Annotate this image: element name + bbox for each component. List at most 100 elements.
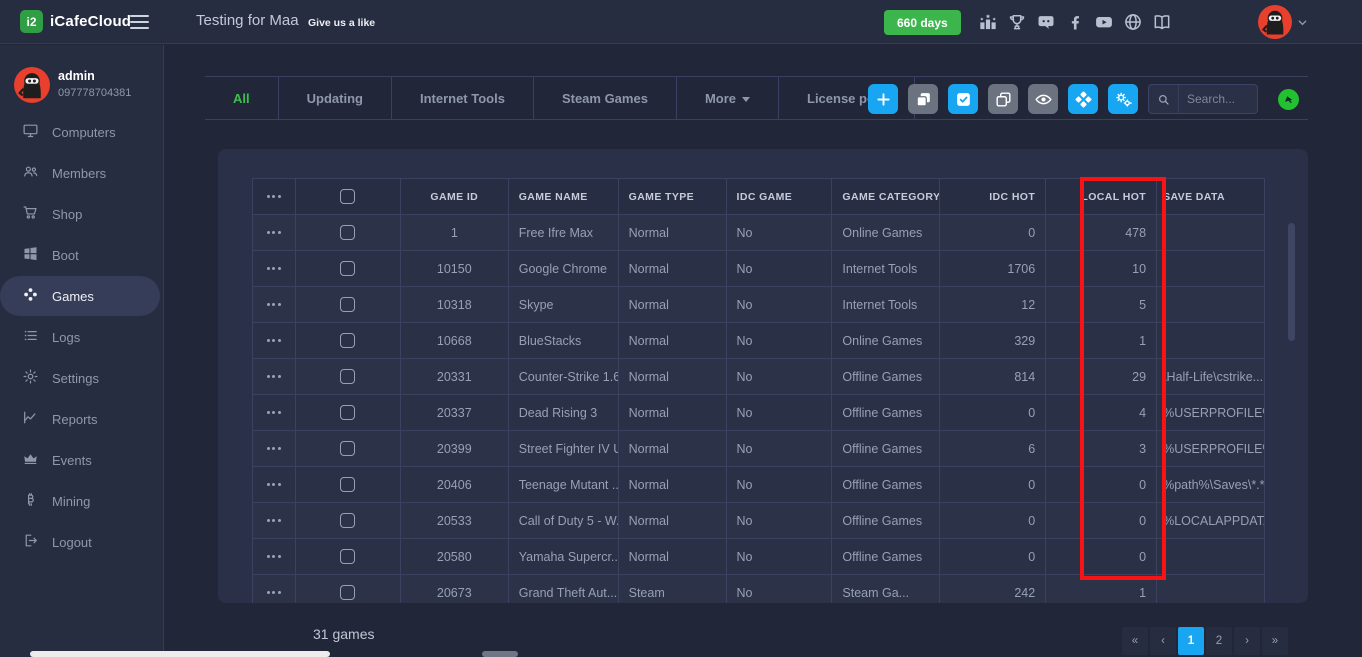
- trophy-icon[interactable]: [1007, 12, 1027, 32]
- chevron-down-icon[interactable]: [1296, 16, 1309, 29]
- row-actions-button[interactable]: [267, 591, 281, 594]
- column-header[interactable]: LOCAL HOT: [1046, 179, 1157, 215]
- row-actions-button[interactable]: [267, 303, 281, 306]
- table-row[interactable]: 1Free Ifre MaxNormalNoOnline Games0478: [253, 215, 1265, 251]
- search-icon[interactable]: [1149, 85, 1179, 113]
- cell-idc-hot: 329: [940, 323, 1046, 359]
- row-checkbox[interactable]: [340, 441, 355, 456]
- add-button[interactable]: [868, 84, 898, 114]
- table-row[interactable]: 10150Google ChromeNormalNoInternet Tools…: [253, 251, 1265, 287]
- sidebar-item-shop[interactable]: Shop: [0, 194, 163, 234]
- cell-game-name: Dead Rising 3: [509, 395, 619, 431]
- ranking-icon[interactable]: [978, 12, 998, 32]
- youtube-icon[interactable]: [1094, 12, 1114, 32]
- brand-logo[interactable]: i2 iCafeCloud: [20, 10, 131, 33]
- hamburger-menu-icon[interactable]: [130, 15, 149, 33]
- row-checkbox[interactable]: [340, 477, 355, 492]
- tab-all[interactable]: All: [205, 77, 279, 119]
- cell-game-category: Internet Tools: [832, 251, 940, 287]
- cell-local-hot: 10: [1046, 251, 1157, 287]
- column-header[interactable]: SAVE DATA: [1157, 179, 1265, 215]
- sidebar-item-computers[interactable]: Computers: [0, 112, 163, 152]
- column-header[interactable]: IDC GAME: [727, 179, 833, 215]
- sidebar-item-mining[interactable]: Mining: [0, 481, 163, 521]
- sidebar-item-logs[interactable]: Logs: [0, 317, 163, 357]
- gears-button[interactable]: [1108, 84, 1138, 114]
- row-checkbox[interactable]: [340, 261, 355, 276]
- page-button-‹[interactable]: ‹: [1150, 627, 1176, 655]
- globe-icon[interactable]: [1123, 12, 1143, 32]
- table-row[interactable]: 20533Call of Duty 5 - W...NormalNoOfflin…: [253, 503, 1265, 539]
- sidebar-item-logout[interactable]: Logout: [0, 522, 163, 562]
- column-header[interactable]: GAME TYPE: [619, 179, 727, 215]
- page-button-2[interactable]: 2: [1206, 627, 1232, 655]
- page-button-«[interactable]: «: [1122, 627, 1148, 655]
- row-checkbox[interactable]: [340, 297, 355, 312]
- column-header[interactable]: GAME ID: [401, 179, 509, 215]
- eye-button[interactable]: [1028, 84, 1058, 114]
- row-checkbox[interactable]: [340, 333, 355, 348]
- ellipsis-icon[interactable]: [267, 195, 281, 198]
- row-actions-button[interactable]: [267, 231, 281, 234]
- horizontal-scrollbar-thumb[interactable]: [30, 651, 330, 657]
- sidebar-item-label: Computers: [52, 125, 116, 140]
- discord-icon[interactable]: [1036, 12, 1056, 32]
- row-checkbox[interactable]: [340, 585, 355, 600]
- row-actions-button[interactable]: [267, 411, 281, 414]
- table-row[interactable]: 20337Dead Rising 3NormalNoOffline Games0…: [253, 395, 1265, 431]
- row-checkbox[interactable]: [340, 369, 355, 384]
- sidebar-item-label: Events: [52, 453, 92, 468]
- give-us-a-like-link[interactable]: Give us a like: [308, 17, 375, 29]
- row-checkbox[interactable]: [340, 549, 355, 564]
- cell-save-data: [1157, 539, 1265, 575]
- select-all-checkbox[interactable]: [340, 189, 355, 204]
- tab-internet-tools[interactable]: Internet Tools: [392, 77, 534, 119]
- sidebar-item-members[interactable]: Members: [0, 153, 163, 193]
- days-remaining-button[interactable]: 660 days: [884, 10, 961, 35]
- check-list-button[interactable]: [948, 84, 978, 114]
- row-checkbox[interactable]: [340, 225, 355, 240]
- tab-updating[interactable]: Updating: [279, 77, 392, 119]
- book-icon[interactable]: [1152, 12, 1172, 32]
- table-row[interactable]: 20673Grand Theft Aut...SteamNoSteam Ga..…: [253, 575, 1265, 603]
- globe-go-icon[interactable]: [1278, 89, 1299, 110]
- cell-idc-game: No: [727, 359, 833, 395]
- sidebar-item-events[interactable]: Events: [0, 440, 163, 480]
- sidebar-item-reports[interactable]: Reports: [0, 399, 163, 439]
- row-actions-button[interactable]: [267, 483, 281, 486]
- tab-more[interactable]: More: [677, 77, 779, 119]
- row-actions-button[interactable]: [267, 555, 281, 558]
- diamonds-button[interactable]: [1068, 84, 1098, 114]
- table-row[interactable]: 20406Teenage Mutant ...NormalNoOffline G…: [253, 467, 1265, 503]
- row-actions-button[interactable]: [267, 519, 281, 522]
- table-row[interactable]: 20331Counter-Strike 1.6NormalNoOffline G…: [253, 359, 1265, 395]
- table-row[interactable]: 20580Yamaha Supercr...NormalNoOffline Ga…: [253, 539, 1265, 575]
- table-row[interactable]: 10668BlueStacksNormalNoOnline Games3291: [253, 323, 1265, 359]
- vertical-scrollbar[interactable]: [1288, 223, 1295, 341]
- table-row[interactable]: 20399Street Fighter IV U...NormalNoOffli…: [253, 431, 1265, 467]
- user-avatar[interactable]: [1258, 5, 1292, 39]
- row-actions-button[interactable]: [267, 375, 281, 378]
- table-row[interactable]: 10318SkypeNormalNoInternet Tools125: [253, 287, 1265, 323]
- row-actions-button[interactable]: [267, 447, 281, 450]
- stack-button[interactable]: [908, 84, 938, 114]
- tab-steam-games[interactable]: Steam Games: [534, 77, 677, 119]
- page-button-›[interactable]: ›: [1234, 627, 1260, 655]
- sidebar-item-settings[interactable]: Settings: [0, 358, 163, 398]
- page-button-1[interactable]: 1: [1178, 627, 1204, 655]
- cell-idc-game: No: [727, 215, 833, 251]
- page-button-»[interactable]: »: [1262, 627, 1288, 655]
- copy-button[interactable]: [988, 84, 1018, 114]
- horizontal-scrollbar-piece[interactable]: [482, 651, 518, 657]
- column-header[interactable]: GAME CATEGORY: [832, 179, 940, 215]
- row-checkbox[interactable]: [340, 513, 355, 528]
- row-actions-button[interactable]: [267, 339, 281, 342]
- facebook-icon[interactable]: [1065, 12, 1085, 32]
- sidebar-item-boot[interactable]: Boot: [0, 235, 163, 275]
- row-checkbox[interactable]: [340, 405, 355, 420]
- column-header[interactable]: IDC HOT: [940, 179, 1046, 215]
- column-header[interactable]: GAME NAME: [509, 179, 619, 215]
- search-input[interactable]: [1179, 92, 1251, 106]
- row-actions-button[interactable]: [267, 267, 281, 270]
- sidebar-item-games[interactable]: Games: [0, 276, 160, 316]
